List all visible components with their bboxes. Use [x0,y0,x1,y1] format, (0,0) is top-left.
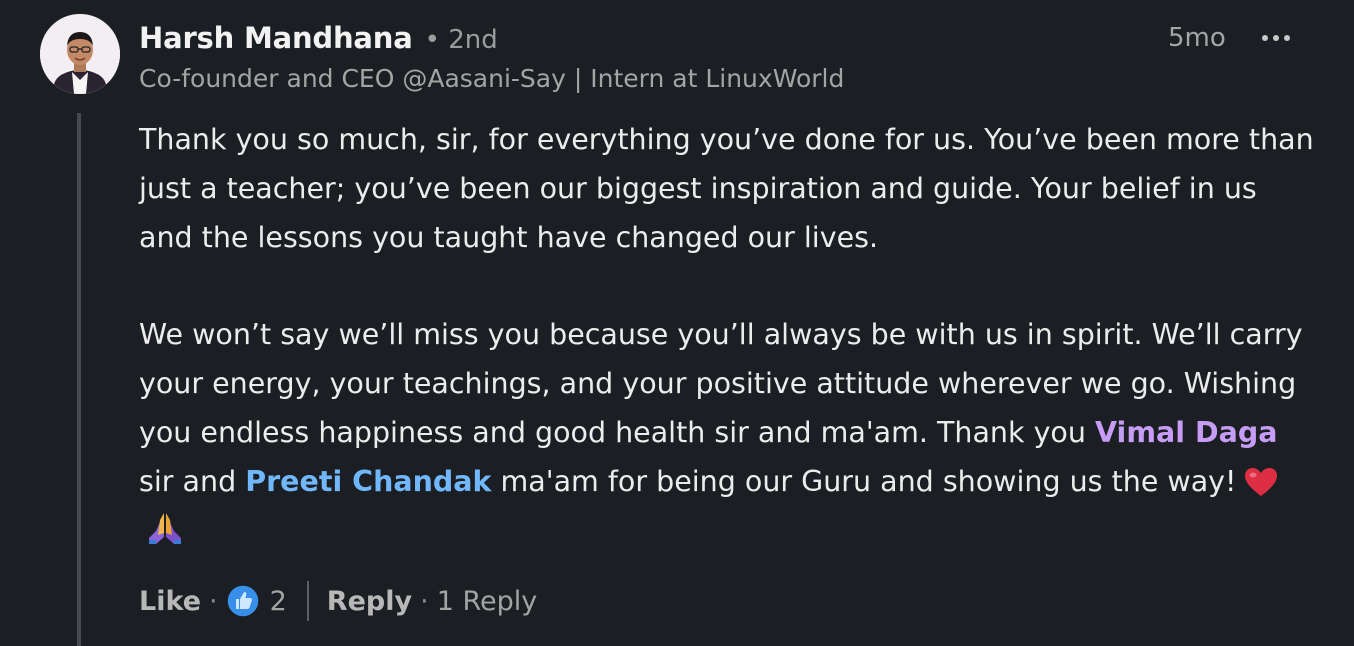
like-count: 2 [269,585,287,617]
more-options-button[interactable] [1256,20,1296,56]
comment-header: Harsh Mandhana • 2nd Co-founder and CEO … [139,18,1314,97]
mention-preeti-chandak[interactable]: Preeti Chandak [245,465,491,498]
connection-degree: • 2nd [424,25,498,55]
comment-text-segment: ma'am for being our Guru and showing us … [491,464,1237,498]
ellipsis-icon [1262,35,1268,41]
folded-hands-emoji [149,513,181,545]
replies-link[interactable]: 1 Reply [437,586,538,617]
comment-timestamp: 5mo [1168,23,1226,53]
mention-vimal-daga[interactable]: Vimal Daga [1095,416,1277,449]
author-headline: Co-founder and CEO @Aasani-Say | Intern … [139,64,845,93]
thread-line [77,113,81,646]
heart-emoji [1245,467,1278,496]
thumbs-up-icon[interactable] [225,584,260,618]
author-row: Harsh Mandhana • 2nd [139,18,1314,60]
separator-dot: · [420,585,429,617]
comment-text-segment: sir and [139,464,246,498]
profile-photo [40,14,120,94]
comment-actions: Like · 2 Reply · 1 Reply [139,578,537,624]
reply-button[interactable]: Reply [327,586,412,617]
author-name[interactable]: Harsh Mandhana [139,18,413,58]
comment-paragraph: Thank you so much, sir, for everything y… [139,123,1314,254]
actions-divider [306,581,309,621]
ellipsis-icon-dot [1284,35,1290,41]
separator-dot: · [209,585,218,617]
ellipsis-icon-dot [1273,35,1279,41]
comment-paragraph: We won’t say we’ll miss you because you’… [139,311,1319,555]
avatar[interactable] [40,14,120,94]
like-button[interactable]: Like [139,586,201,617]
comment-text: Thank you so much, sir, for everything y… [139,116,1319,555]
